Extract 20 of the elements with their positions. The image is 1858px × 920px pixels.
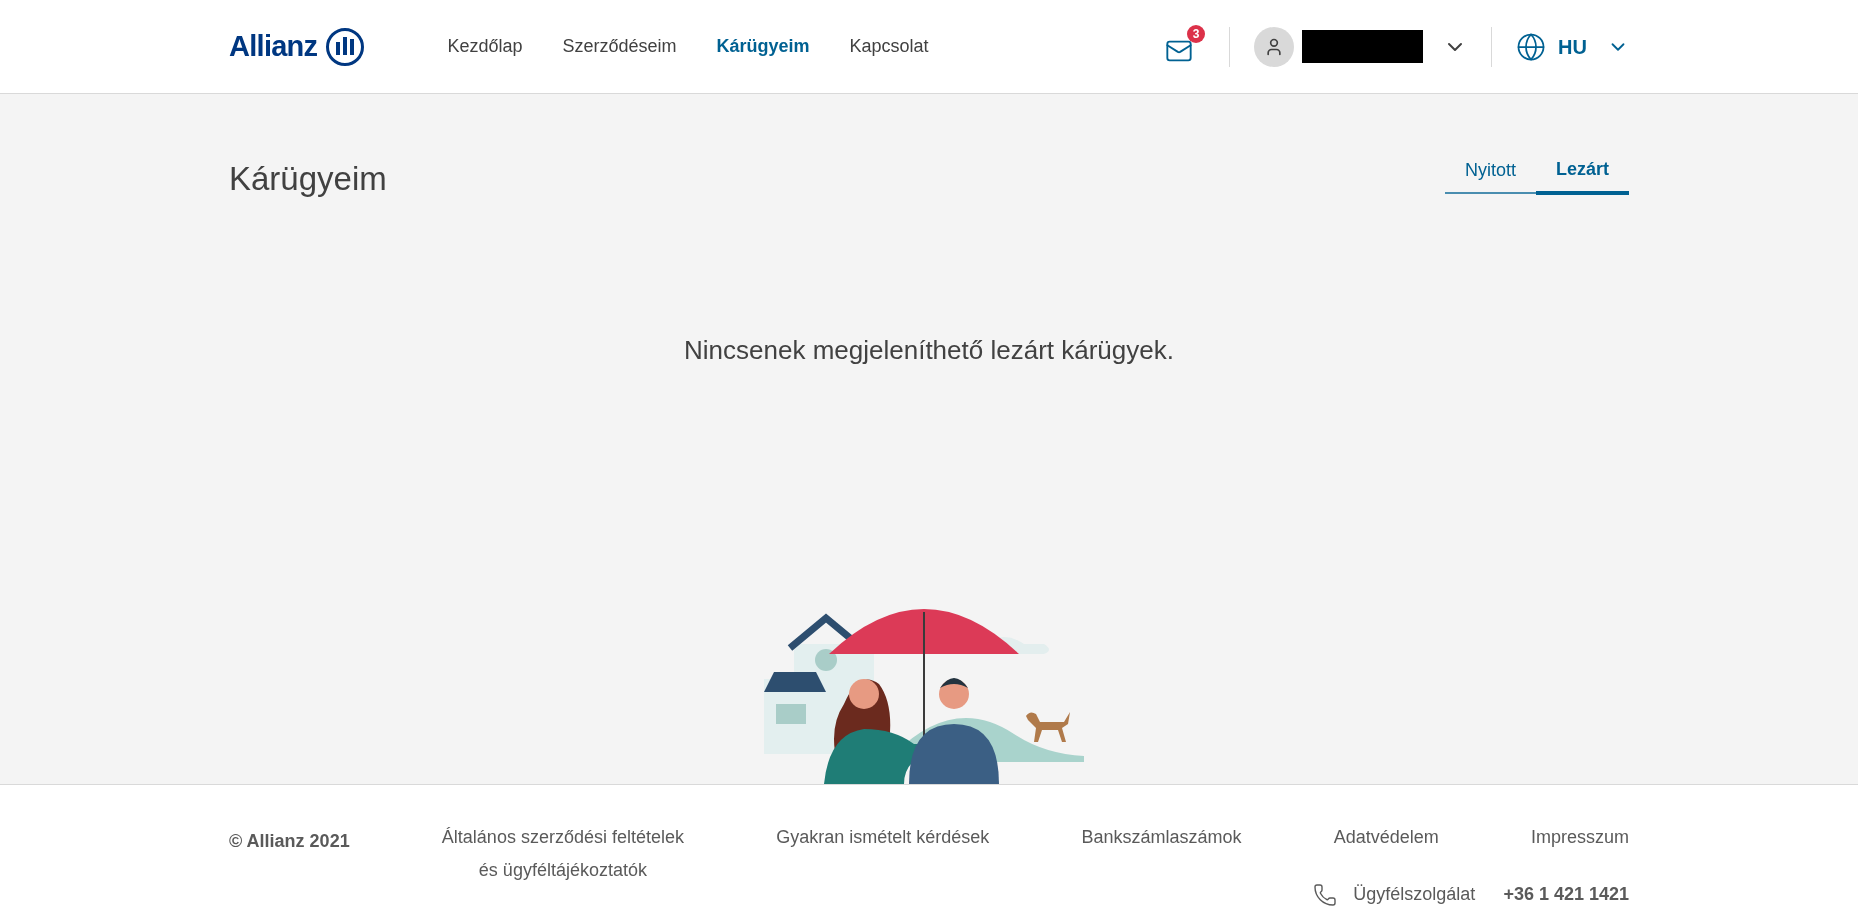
- logo-emblem-icon: [325, 26, 366, 67]
- nav-link[interactable]: Kapcsolat: [849, 33, 929, 60]
- tab[interactable]: Lezárt: [1536, 156, 1629, 195]
- nav-link[interactable]: Szerződéseim: [562, 33, 677, 60]
- logo-wordmark[interactable]: Allianz: [229, 24, 318, 69]
- mail-button[interactable]: 3: [1161, 24, 1206, 69]
- empty-state-message: Nincsenek megjeleníthető lezárt kárügyek.: [683, 333, 1175, 367]
- language-selector[interactable]: HU: [1516, 31, 1629, 62]
- phone-icon: [1313, 882, 1338, 907]
- page-title: Kárügyeim: [229, 159, 387, 199]
- support-label: Ügyfélszolgálat: [1353, 883, 1476, 906]
- footer-link[interactable]: Bankszámlaszámok: [1081, 821, 1242, 887]
- footer-link[interactable]: Általános szerződési feltételek és ügyféltájékoztatók: [441, 821, 684, 887]
- globe-icon: [1516, 31, 1547, 62]
- unread-count-badge: 3: [1187, 24, 1206, 43]
- tab[interactable]: Nyitott: [1444, 156, 1536, 192]
- nav-link[interactable]: Kezdőlap: [447, 33, 523, 60]
- nav-link[interactable]: Kárügyeim: [716, 33, 810, 60]
- footer-link[interactable]: Gyakran ismételt kérdések: [776, 821, 990, 887]
- copyright-text: © Allianz 2021: [229, 830, 350, 853]
